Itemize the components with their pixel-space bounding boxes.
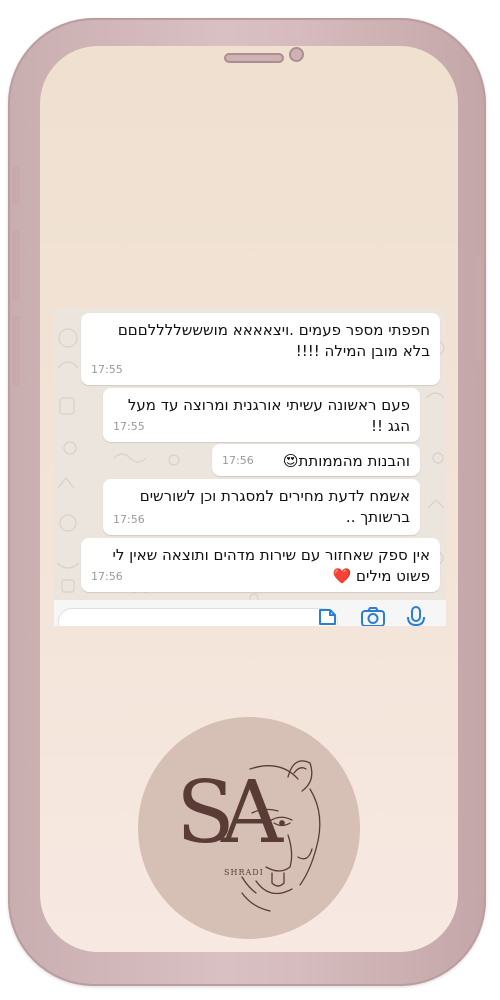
chat-message: פעם ראשונה עשיתי אורגנית ומרוצה עד מעל ה…: [103, 388, 420, 442]
earpiece-speaker: [224, 53, 284, 63]
sticker-icon[interactable]: [316, 606, 338, 626]
microphone-icon[interactable]: [406, 606, 426, 626]
message-input-bar: [54, 600, 446, 626]
logo-graphic: SA SHRADI: [176, 760, 321, 912]
message-text: אשמח לדעת מחירים למסגרת וכן לשורשים ברשו…: [139, 487, 410, 526]
message-time: 17:56: [91, 570, 123, 583]
mute-switch: [12, 166, 20, 204]
front-camera: [289, 47, 304, 62]
message-input[interactable]: [58, 608, 338, 626]
chat-message: חפפתי מספר פעמים .ויצאאאא מושששללללםםם ב…: [81, 313, 440, 385]
message-text: פעם ראשונה עשיתי אורגנית ומרוצה עד מעל ה…: [127, 396, 410, 435]
chat-message: אשמח לדעת מחירים למסגרת וכן לשורשים ברשו…: [103, 479, 420, 535]
logo-monogram: SA: [176, 763, 284, 863]
message-time: 17:55: [113, 420, 145, 433]
volume-down-button: [12, 316, 20, 386]
message-text: אין ספק שאחזור עם שירות מדהים ותוצאה שאי…: [112, 546, 430, 585]
chat-message: והבנות מהממותת😍 17:56: [212, 444, 420, 476]
message-time: 17:55: [91, 363, 123, 376]
logo-wordmark: SHRADI: [224, 868, 264, 877]
power-button: [474, 256, 482, 361]
brand-logo: SA SHRADI: [138, 717, 360, 939]
camera-icon[interactable]: [360, 606, 386, 626]
chat-message: אין ספק שאחזור עם שירות מדהים ותוצאה שאי…: [81, 538, 440, 592]
volume-up-button: [12, 230, 20, 300]
message-time: 17:56: [113, 513, 145, 526]
message-time: 17:56: [222, 454, 254, 467]
chat-screenshot: חפפתי מספר פעמים .ויצאאאא מושששללללםםם ב…: [54, 308, 446, 626]
message-text: חפפתי מספר פעמים .ויצאאאא מושששללללםםם ב…: [117, 321, 430, 360]
